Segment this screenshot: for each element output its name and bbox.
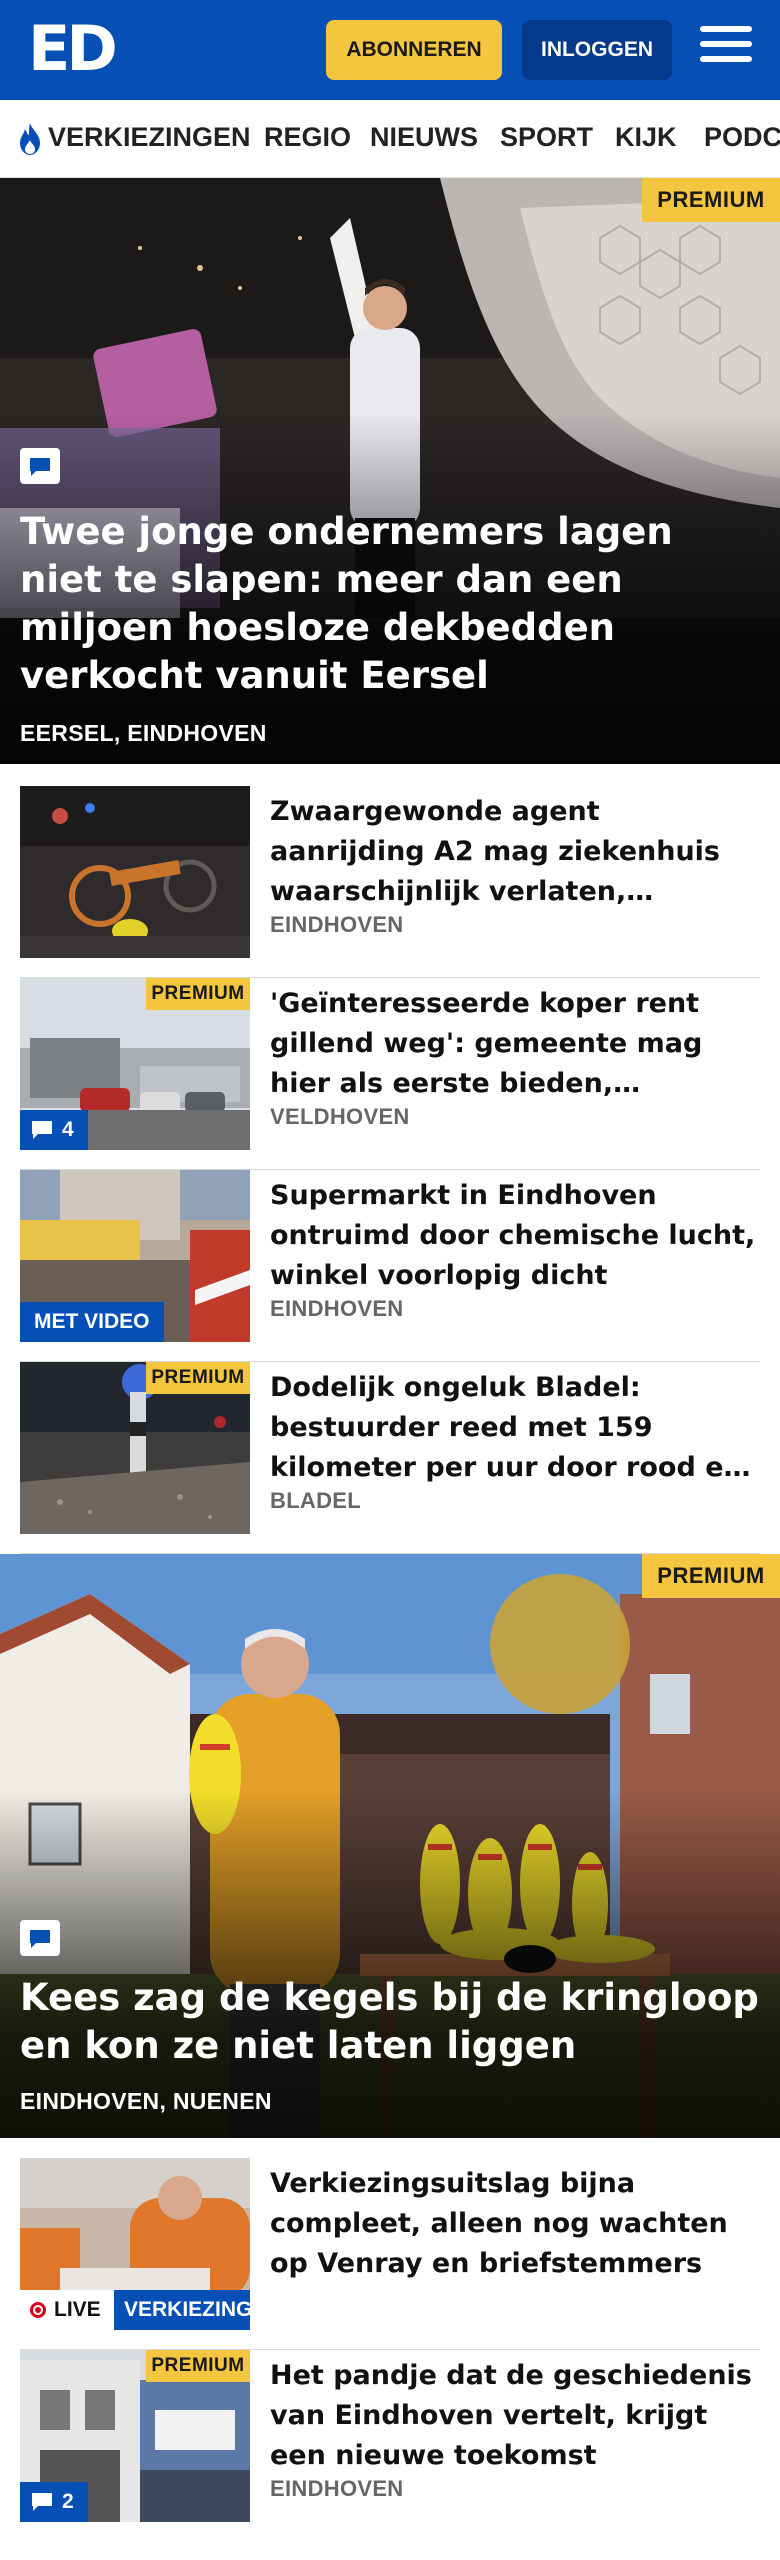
article-title[interactable]: Het pandje dat de geschiedenis van Eindh… (270, 2356, 760, 2476)
hero-title[interactable]: Kees zag de kegels bij de kringloop en k… (20, 1974, 760, 2070)
hamburger-menu-icon[interactable] (700, 26, 752, 70)
subscribe-button[interactable]: ABONNEREN (326, 20, 502, 80)
article-thumbnail: PREMIUM 4 (20, 978, 250, 1150)
live-badge: LIVE (20, 2290, 114, 2330)
site-header: ED ABONNEREN INLOGGEN (0, 0, 780, 100)
hero-shade (0, 1787, 780, 2138)
hero-location: EERSEL, EINDHOVEN (20, 720, 267, 746)
article-thumbnail (20, 786, 250, 958)
live-dot-icon (30, 2302, 46, 2318)
live-label: LIVE (54, 2298, 101, 2321)
comment-icon (32, 1121, 52, 1139)
video-badge: MET VIDEO (20, 1302, 164, 1342)
article-title[interactable]: 'Geïnteresseerde koper rent gillend weg'… (270, 984, 760, 1104)
article-thumbnail: PREMIUM 2 (20, 2350, 250, 2522)
comment-icon (20, 1920, 60, 1956)
nav-item-regio[interactable]: REGIO (264, 122, 351, 153)
comment-count-value: 4 (62, 1118, 74, 1141)
hero-article-dekbedden[interactable]: PREMIUM Twee jonge ondernemers lagen nie… (0, 178, 780, 764)
article-location: BLADEL (270, 1488, 362, 1513)
premium-badge: PREMIUM (642, 1554, 780, 1598)
comment-icon (32, 2493, 52, 2511)
list-item[interactable]: Zwaargewonde agent aanrijding A2 mag zie… (20, 786, 760, 978)
article-location: EINDHOVEN (270, 1296, 404, 1321)
article-thumbnail: LIVE VERKIEZINGEN (20, 2158, 250, 2330)
hero-location: EINDHOVEN, NUENEN (20, 2088, 272, 2114)
nav-item-podcast[interactable]: PODCAST (704, 122, 780, 153)
article-title[interactable]: Supermarkt in Eindhoven ontruimd door ch… (270, 1176, 760, 1296)
list-item[interactable]: PREMIUM 2 Het pandje dat de geschiedenis… (20, 2350, 760, 2560)
article-thumbnail: PREMIUM (20, 1362, 250, 1534)
premium-badge: PREMIUM (146, 978, 250, 1010)
login-button[interactable]: INLOGGEN (522, 20, 672, 80)
article-location: EINDHOVEN (270, 912, 404, 937)
premium-badge: PREMIUM (642, 178, 780, 222)
comment-count[interactable]: 4 (20, 1110, 88, 1150)
premium-badge: PREMIUM (146, 1362, 250, 1394)
article-title[interactable]: Zwaargewonde agent aanrijding A2 mag zie… (270, 792, 760, 912)
main-nav: VERKIEZINGEN REGIO NIEUWS SPORT KIJK POD… (0, 100, 780, 178)
comment-count[interactable]: 2 (20, 2482, 88, 2522)
article-title[interactable]: Verkiezingsuitslag bijna compleet, allee… (270, 2164, 760, 2284)
comment-icon (20, 448, 60, 484)
nav-item-kijk[interactable]: KIJK (615, 122, 677, 153)
list-item[interactable]: MET VIDEO Supermarkt in Eindhoven ontrui… (20, 1170, 760, 1362)
nav-item-verkiezingen[interactable]: VERKIEZINGEN (48, 122, 251, 153)
nav-item-nieuws[interactable]: NIEUWS (370, 122, 478, 153)
list-item[interactable]: PREMIUM Dodelijk ongeluk Bladel: bestuur… (20, 1362, 760, 1554)
list-item[interactable]: PREMIUM 4 'Geïnteresseerde koper rent gi… (20, 978, 760, 1170)
comment-count-value: 2 (62, 2490, 74, 2513)
flame-icon (20, 123, 40, 155)
list-item[interactable]: LIVE VERKIEZINGEN Verkiezingsuitslag bij… (20, 2158, 760, 2350)
nav-item-sport[interactable]: SPORT (500, 122, 593, 153)
topic-tag[interactable]: VERKIEZINGEN (114, 2290, 250, 2330)
article-thumbnail: MET VIDEO (20, 1170, 250, 1342)
premium-badge: PREMIUM (146, 2350, 250, 2382)
article-title[interactable]: Dodelijk ongeluk Bladel: bestuurder reed… (270, 1368, 760, 1488)
site-logo[interactable]: ED (28, 18, 118, 80)
hero-article-kegels[interactable]: PREMIUM Kees zag de kegels bij de kringl… (0, 1554, 780, 2138)
article-location: VELDHOVEN (270, 1104, 410, 1129)
hero-title[interactable]: Twee jonge ondernemers lagen niet te sla… (20, 508, 760, 700)
article-location: EINDHOVEN (270, 2476, 404, 2501)
